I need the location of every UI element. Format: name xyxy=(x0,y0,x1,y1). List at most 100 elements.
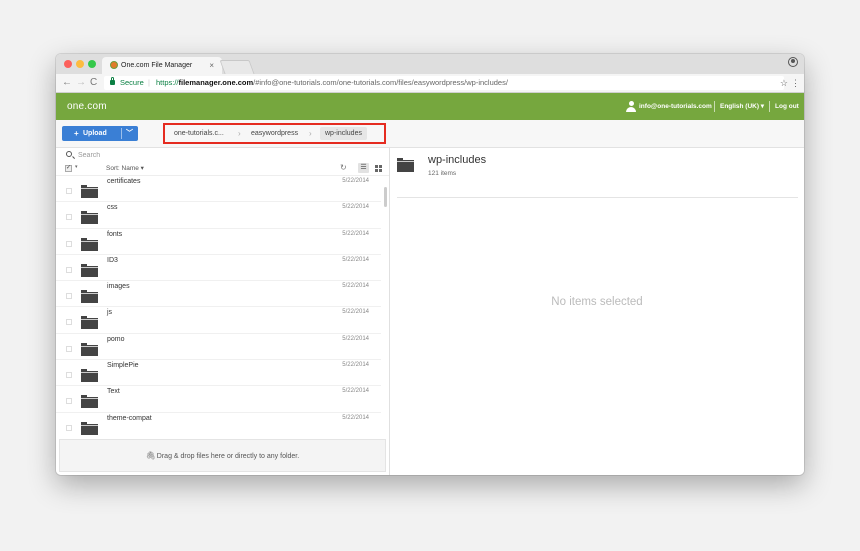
upload-label: Upload xyxy=(83,130,107,137)
file-date: 5/22/2014 xyxy=(342,256,369,263)
url-separator: | xyxy=(148,78,150,87)
empty-selection-message: No items selected xyxy=(551,296,643,308)
file-name: ID3 xyxy=(107,256,118,264)
folder-icon xyxy=(81,421,98,435)
file-date: 5/22/2014 xyxy=(342,414,369,421)
upload-button[interactable]: + Upload ﹀ xyxy=(62,126,138,141)
row-checkbox[interactable] xyxy=(66,398,72,405)
file-name: js xyxy=(107,309,113,317)
folder-icon xyxy=(81,237,98,251)
row-checkbox[interactable] xyxy=(66,240,72,247)
chevron-right-icon: › xyxy=(238,129,241,138)
row-checkbox[interactable] xyxy=(66,345,72,352)
folder-icon xyxy=(81,369,98,383)
drop-zone[interactable]: 🖇Drag & drop files here or directly to a… xyxy=(59,439,386,472)
list-view-icon[interactable]: ☰ xyxy=(358,163,369,173)
grid-view-icon[interactable] xyxy=(375,165,382,172)
close-window-button[interactable] xyxy=(64,60,72,68)
file-date: 5/22/2014 xyxy=(342,178,369,184)
folder-icon xyxy=(81,211,98,225)
url-scheme: https:// xyxy=(156,78,179,87)
browser-tab[interactable]: One.com File Manager × xyxy=(102,57,222,74)
row-checkbox[interactable] xyxy=(66,293,72,300)
header-divider xyxy=(769,101,770,112)
file-date: 5/22/2014 xyxy=(342,230,369,237)
file-row[interactable]: Text 5/22/2014 xyxy=(56,386,381,413)
scrollbar[interactable] xyxy=(383,177,388,437)
file-list-pane: ✓ ▾ Sort: Name ▾ ↻ ☰ certificates 5/22/20… xyxy=(56,148,390,475)
drop-zone-text: Drag & drop files here or directly to an… xyxy=(156,453,300,460)
file-name: pomo xyxy=(107,335,125,343)
folder-icon xyxy=(81,290,98,304)
file-row[interactable]: js 5/22/2014 xyxy=(56,307,381,334)
logo[interactable]: one.com xyxy=(67,93,107,120)
select-menu-caret-icon[interactable]: ▾ xyxy=(75,164,78,170)
file-row[interactable]: certificates 5/22/2014 xyxy=(56,176,381,203)
file-row[interactable]: images 5/22/2014 xyxy=(56,281,381,308)
logout-link[interactable]: Log out xyxy=(775,93,799,120)
profile-icon[interactable] xyxy=(788,57,798,67)
bookmark-star-icon[interactable]: ☆ xyxy=(780,76,788,90)
file-name: certificates xyxy=(107,178,141,185)
breadcrumb-current[interactable]: wp-includes xyxy=(320,127,367,140)
url-path: /#info@one-tutorials.com/one-tutorials.c… xyxy=(253,78,508,87)
refresh-icon[interactable]: ↻ xyxy=(340,163,347,172)
file-row[interactable]: fonts 5/22/2014 xyxy=(56,229,381,255)
breadcrumb-item[interactable]: easywordpress xyxy=(251,125,298,142)
select-all-checkbox[interactable]: ✓ xyxy=(65,165,72,172)
file-name: theme-compat xyxy=(107,414,152,422)
url-input[interactable]: Secure | https://filemanager.one.com/#in… xyxy=(104,76,784,90)
browser-menu-icon[interactable]: ⋮ xyxy=(791,76,800,90)
header-divider xyxy=(714,101,715,112)
file-date: 5/22/2014 xyxy=(342,283,369,290)
plus-icon: + xyxy=(74,129,79,138)
language-selector[interactable]: English (UK) ▾ xyxy=(720,93,764,120)
favicon-icon xyxy=(110,61,118,69)
user-email[interactable]: info@one-tutorials.com xyxy=(639,93,712,120)
file-date: 5/22/2014 xyxy=(342,362,369,369)
maximize-window-button[interactable] xyxy=(88,60,96,68)
minimize-window-button[interactable] xyxy=(76,60,84,68)
file-date: 5/22/2014 xyxy=(342,388,369,395)
file-row[interactable]: theme-compat 5/22/2014 xyxy=(56,413,381,438)
address-bar: ← → C Secure | https://filemanager.one.c… xyxy=(56,74,804,93)
scroll-thumb[interactable] xyxy=(384,187,387,207)
breadcrumb-item[interactable]: one-tutorials.c... xyxy=(174,125,224,142)
file-row[interactable]: css 5/22/2014 xyxy=(56,202,381,229)
folder-title: wp-includes xyxy=(428,154,487,166)
file-name: css xyxy=(107,204,118,212)
sort-dropdown[interactable]: Sort: Name ▾ xyxy=(106,164,144,172)
upload-split-divider xyxy=(121,128,122,139)
folder-icon xyxy=(81,263,98,277)
row-checkbox[interactable] xyxy=(66,424,72,431)
search-input[interactable] xyxy=(78,149,198,161)
file-row[interactable]: pomo 5/22/2014 xyxy=(56,334,381,361)
chevron-down-icon[interactable]: ﹀ xyxy=(126,126,133,141)
row-checkbox[interactable] xyxy=(66,214,72,221)
row-checkbox[interactable] xyxy=(66,319,72,326)
back-arrow-icon[interactable]: ← xyxy=(62,76,72,90)
tab-close-icon[interactable]: × xyxy=(209,57,214,74)
app-header: one.com info@one-tutorials.com English (… xyxy=(56,93,804,120)
row-checkbox[interactable] xyxy=(66,188,72,194)
file-row[interactable]: SimplePie 5/22/2014 xyxy=(56,360,381,387)
paperclip-icon: 🖇 xyxy=(145,451,156,460)
folder-icon xyxy=(81,185,98,198)
lock-icon xyxy=(110,77,115,85)
forward-arrow-icon[interactable]: → xyxy=(76,76,86,90)
folder-icon xyxy=(81,395,98,409)
file-date: 5/22/2014 xyxy=(342,204,369,211)
row-checkbox[interactable] xyxy=(66,266,72,273)
divider xyxy=(397,197,798,198)
search-row xyxy=(56,148,389,163)
new-tab-button[interactable] xyxy=(219,60,255,74)
secure-label: Secure xyxy=(120,78,144,87)
file-row[interactable]: ID3 5/22/2014 xyxy=(56,255,381,282)
list-header: ✓ ▾ Sort: Name ▾ ↻ ☰ xyxy=(56,163,389,176)
row-checkbox[interactable] xyxy=(66,372,72,379)
reload-icon[interactable]: C xyxy=(90,76,97,90)
search-icon xyxy=(66,151,72,157)
breadcrumb: one-tutorials.c... › easywordpress › wp-… xyxy=(163,123,386,144)
url-host: filemanager.one.com xyxy=(178,78,254,87)
tab-title: One.com File Manager xyxy=(121,62,193,69)
